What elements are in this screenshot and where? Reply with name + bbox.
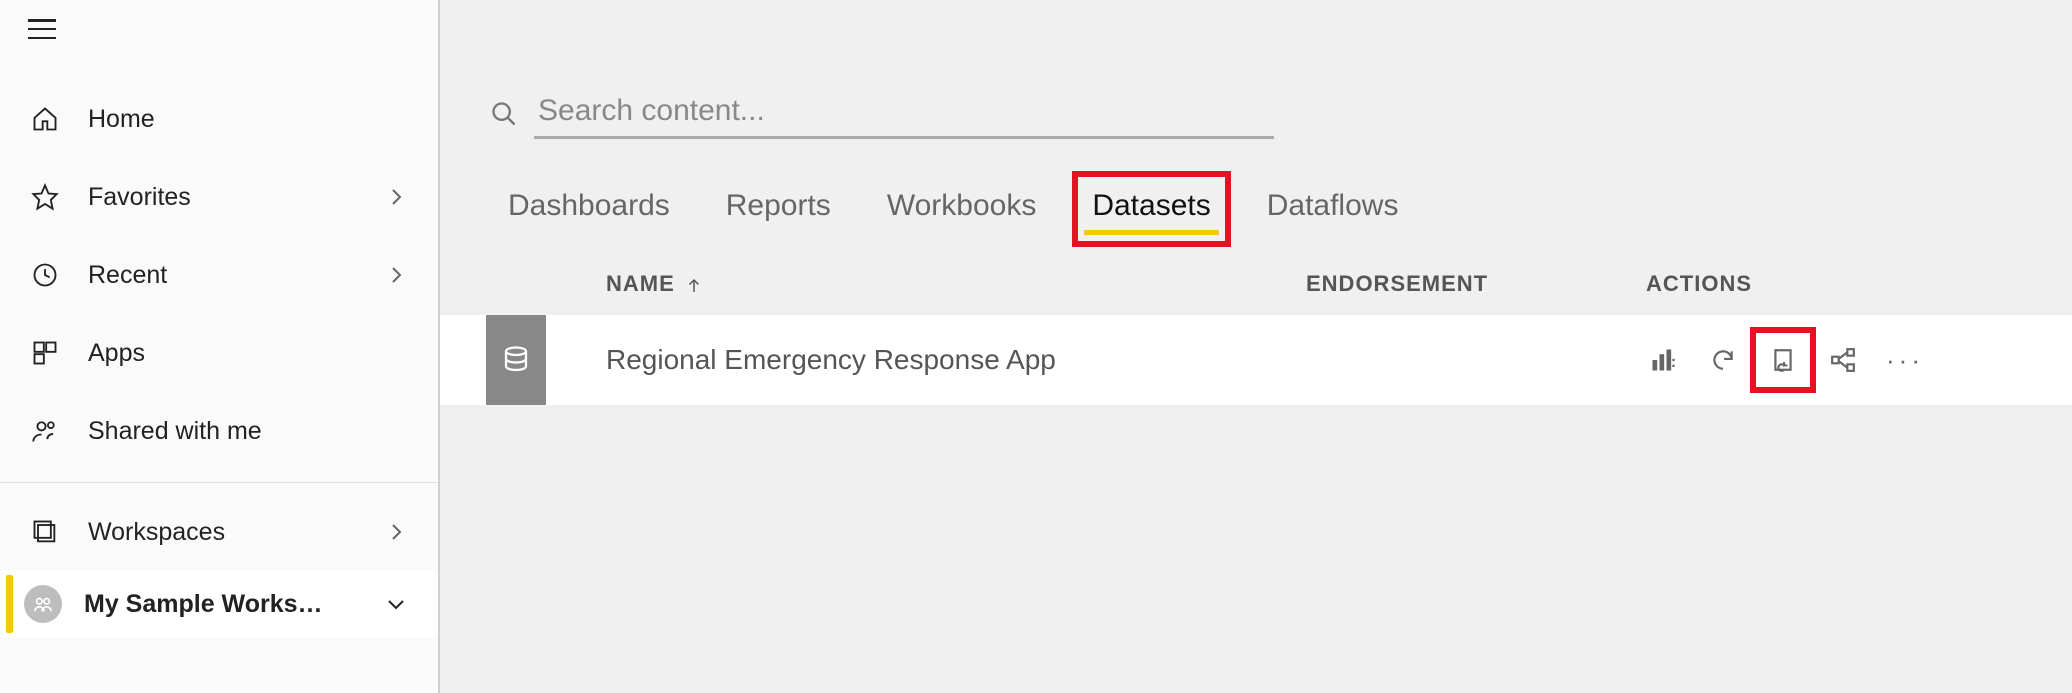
search-input[interactable] xyxy=(534,88,1274,139)
apps-icon xyxy=(30,338,60,368)
tab-label: Reports xyxy=(726,189,831,222)
sidebar-item-favorites[interactable]: Favorites xyxy=(0,158,438,236)
sidebar-item-label: Home xyxy=(88,105,408,134)
star-icon xyxy=(30,182,60,212)
column-name[interactable]: NAME xyxy=(606,271,1306,297)
main-content: Dashboards Reports Workbooks Datasets Da… xyxy=(440,0,2072,693)
clock-icon xyxy=(30,260,60,290)
sidebar-item-recent[interactable]: Recent xyxy=(0,236,438,314)
chevron-right-icon xyxy=(384,263,408,287)
content-tabs: Dashboards Reports Workbooks Datasets Da… xyxy=(440,139,2072,233)
sidebar-item-label: Workspaces xyxy=(88,518,384,547)
tab-dashboards[interactable]: Dashboards xyxy=(502,185,676,233)
tab-label: Dashboards xyxy=(508,189,670,222)
refresh-button[interactable] xyxy=(1706,343,1740,377)
column-endorsement[interactable]: ENDORSEMENT xyxy=(1306,271,1646,297)
workspaces-icon xyxy=(30,517,60,547)
table-header: NAME ENDORSEMENT ACTIONS xyxy=(440,233,2072,315)
sidebar-item-apps[interactable]: Apps xyxy=(0,314,438,392)
tab-label: Datasets xyxy=(1092,189,1210,222)
chevron-right-icon xyxy=(384,185,408,209)
workspace-avatar-icon xyxy=(24,585,62,623)
sidebar-item-shared[interactable]: Shared with me xyxy=(0,392,438,470)
column-label: NAME xyxy=(606,271,675,297)
active-workspace[interactable]: My Sample Works… xyxy=(0,571,438,637)
tab-dataflows[interactable]: Dataflows xyxy=(1261,185,1405,233)
sidebar-item-home[interactable]: Home xyxy=(0,80,438,158)
shared-icon xyxy=(30,416,60,446)
dataset-icon xyxy=(486,315,546,405)
column-label: ACTIONS xyxy=(1646,271,1752,296)
tab-datasets[interactable]: Datasets xyxy=(1086,185,1216,233)
sidebar-item-label: Favorites xyxy=(88,183,384,212)
sidebar-item-label: Shared with me xyxy=(88,417,408,446)
sidebar-separator xyxy=(0,482,438,483)
tab-label: Workbooks xyxy=(887,189,1037,222)
column-actions: ACTIONS xyxy=(1646,271,1846,297)
chevron-down-icon xyxy=(384,592,408,616)
sidebar: Home Favorites Recent xyxy=(0,0,440,693)
share-button[interactable] xyxy=(1826,343,1860,377)
tab-reports[interactable]: Reports xyxy=(720,185,837,233)
chevron-right-icon xyxy=(384,520,408,544)
create-report-button[interactable] xyxy=(1646,343,1680,377)
home-icon xyxy=(30,104,60,134)
search-icon xyxy=(490,100,518,128)
row-actions: ··· xyxy=(1646,343,1924,377)
dataset-name: Regional Emergency Response App xyxy=(606,344,1306,376)
schedule-refresh-button[interactable] xyxy=(1766,343,1800,377)
sidebar-item-workspaces[interactable]: Workspaces xyxy=(0,493,438,571)
active-workspace-name: My Sample Works… xyxy=(84,590,372,619)
sidebar-item-label: Apps xyxy=(88,339,408,368)
table-row[interactable]: Regional Emergency Response App xyxy=(440,315,2072,405)
sidebar-item-label: Recent xyxy=(88,261,384,290)
hamburger-menu-icon[interactable] xyxy=(28,19,56,39)
tab-workbooks[interactable]: Workbooks xyxy=(881,185,1043,233)
column-label: ENDORSEMENT xyxy=(1306,271,1488,296)
sort-ascending-icon xyxy=(685,275,703,293)
more-options-button[interactable]: ··· xyxy=(1886,345,1924,376)
tab-label: Dataflows xyxy=(1267,189,1399,222)
